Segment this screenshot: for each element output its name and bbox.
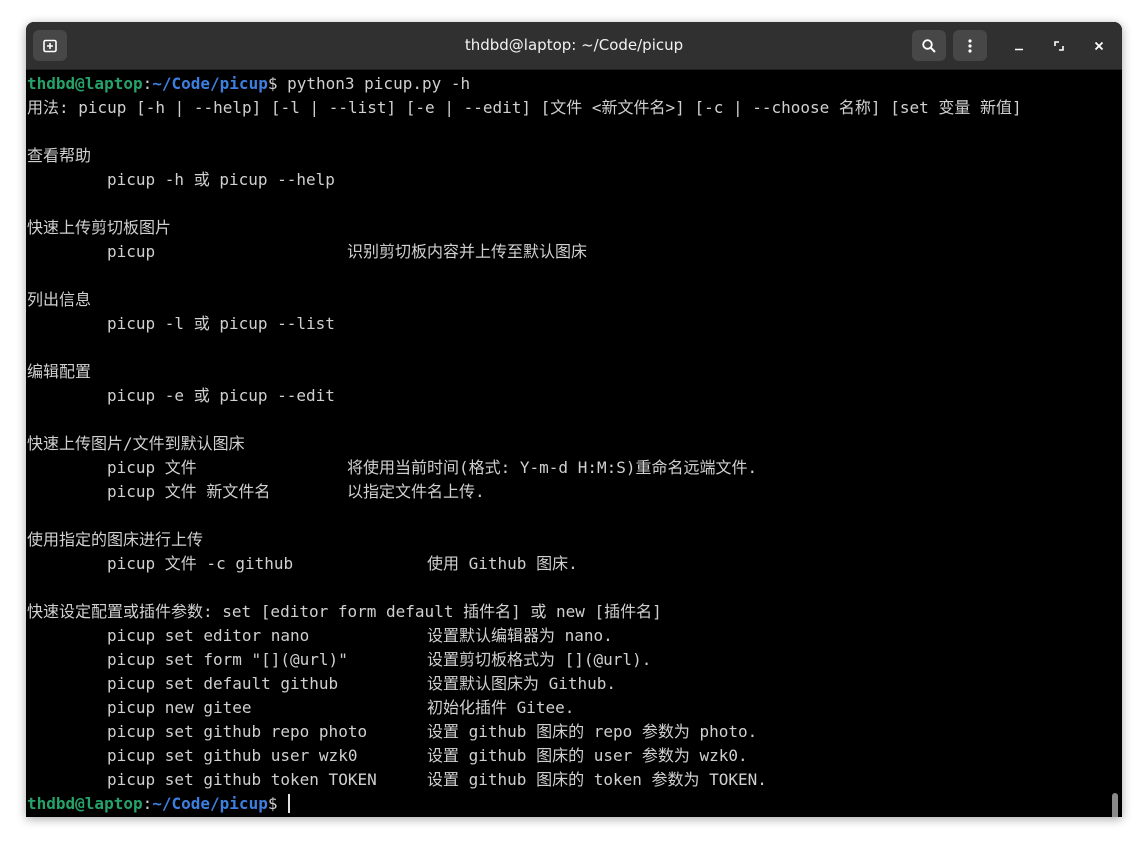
option-command: picup set github token TOKEN — [107, 770, 377, 789]
option-description: 识别剪切板内容并上传至默认图床 — [347, 242, 588, 261]
option-line: picup -e 或 picup --edit — [27, 384, 1022, 408]
terminal-area[interactable]: thdbd@laptop:~/Code/picup$ python3 picup… — [26, 70, 1122, 817]
option-command: picup 文件 — [107, 458, 197, 477]
usage-line: 用法: picup [-h | --help] [-l | --list] [-… — [27, 98, 1022, 117]
option-line: picup set github repo photo 设置 github 图床的… — [27, 720, 1022, 744]
option-description: 设置默认图床为 Github. — [427, 674, 617, 693]
option-description: 设置 github 图床的 repo 参数为 photo. — [427, 722, 758, 741]
input-space — [277, 794, 287, 813]
prompt-user-host: thdbd@laptop — [27, 74, 143, 93]
prompt-path: ~/Code/picup — [152, 794, 268, 813]
option-command: picup -l 或 picup --list — [107, 314, 335, 333]
option-description: 设置剪切板格式为 [](@url). — [427, 650, 652, 669]
option-line: picup new gitee 初始化插件 Gitee. — [27, 696, 1022, 720]
menu-button[interactable] — [953, 30, 987, 61]
hamburger-menu-icon — [968, 38, 972, 53]
option-command: picup set editor nano — [107, 626, 310, 645]
close-button[interactable] — [1087, 34, 1111, 58]
option-line: picup -l 或 picup --list — [27, 312, 1022, 336]
option-command: picup 文件 新文件名 — [107, 482, 271, 501]
option-command: picup set github user wzk0 — [107, 746, 358, 765]
option-line: picup set github user wzk0 设置 github 图床的 … — [27, 744, 1022, 768]
terminal-window: thdbd@laptop: ~/Code/picup thdbd@laptop:… — [26, 22, 1122, 817]
close-icon — [1094, 41, 1104, 51]
command-text: python3 picup.py -h — [277, 74, 471, 93]
section-heading: 查看帮助 — [27, 146, 92, 165]
section-heading: 快速上传图片/文件到默认图床 — [27, 434, 245, 453]
section-heading: 列出信息 — [27, 290, 92, 309]
prompt-colon: : — [142, 794, 153, 813]
option-description: 设置默认编辑器为 nano. — [427, 626, 613, 645]
prompt-line: thdbd@laptop:~/Code/picup$ python3 picup… — [27, 72, 1022, 96]
minimize-icon — [1015, 48, 1023, 51]
section-heading: 快速设定配置或插件参数: set [editor form default 插件… — [27, 602, 662, 621]
option-command: picup set default github — [107, 674, 339, 693]
section-heading: 编辑配置 — [27, 362, 92, 381]
option-line: picup 文件 -c github 使用 Github 图床. — [27, 552, 1022, 576]
option-command: picup -h 或 picup --help — [107, 170, 335, 189]
option-command: picup — [107, 242, 156, 261]
prompt-line: thdbd@laptop:~/Code/picup$ — [27, 792, 1022, 816]
minimize-button[interactable] — [1007, 34, 1031, 58]
prompt-path: ~/Code/picup — [152, 74, 268, 93]
option-description: 设置 github 图床的 user 参数为 wzk0. — [427, 746, 748, 765]
option-description: 初始化插件 Gitee. — [427, 698, 575, 717]
section-heading: 快速上传剪切板图片 — [27, 218, 172, 237]
option-command: picup -e 或 picup --edit — [107, 386, 335, 405]
option-line: picup set form "[](@url)" 设置剪切板格式为 [](@ur… — [27, 648, 1022, 672]
search-button[interactable] — [912, 30, 946, 61]
option-command: picup set form "[](@url)" — [107, 650, 348, 669]
option-description: 将使用当前时间(格式: Y-m-d H:M:S)重命名远端文件. — [347, 458, 758, 477]
terminal-output: thdbd@laptop:~/Code/picup$ python3 picup… — [27, 72, 1022, 816]
option-line: picup 文件 将使用当前时间(格式: Y-m-d H:M:S)重命名远端文件. — [27, 456, 1022, 480]
section-heading: 使用指定的图床进行上传 — [27, 530, 204, 549]
option-line: picup 文件 新文件名 以指定文件名上传. — [27, 480, 1022, 504]
option-command: picup set github repo photo — [107, 722, 368, 741]
option-line: picup set editor nano 设置默认编辑器为 nano. — [27, 624, 1022, 648]
option-description: 以指定文件名上传. — [347, 482, 485, 501]
maximize-icon — [1054, 41, 1064, 51]
scrollbar-thumb[interactable] — [1112, 793, 1118, 817]
search-icon — [922, 38, 936, 53]
option-command: picup 文件 -c github — [107, 554, 294, 573]
prompt-user-host: thdbd@laptop — [27, 794, 143, 813]
option-description: 设置 github 图床的 token 参数为 TOKEN. — [427, 770, 767, 789]
option-line: picup 识别剪切板内容并上传至默认图床 — [27, 240, 1022, 264]
text-cursor[interactable] — [288, 794, 291, 813]
maximize-button[interactable] — [1047, 34, 1071, 58]
option-command: picup new gitee — [107, 698, 252, 717]
option-line: picup -h 或 picup --help — [27, 168, 1022, 192]
prompt-colon: : — [142, 74, 153, 93]
option-line: picup set github token TOKEN 设置 github 图床… — [27, 768, 1022, 792]
option-line: picup set default github 设置默认图床为 Github. — [27, 672, 1022, 696]
title-bar: thdbd@laptop: ~/Code/picup — [26, 22, 1122, 70]
option-description: 使用 Github 图床. — [427, 554, 578, 573]
